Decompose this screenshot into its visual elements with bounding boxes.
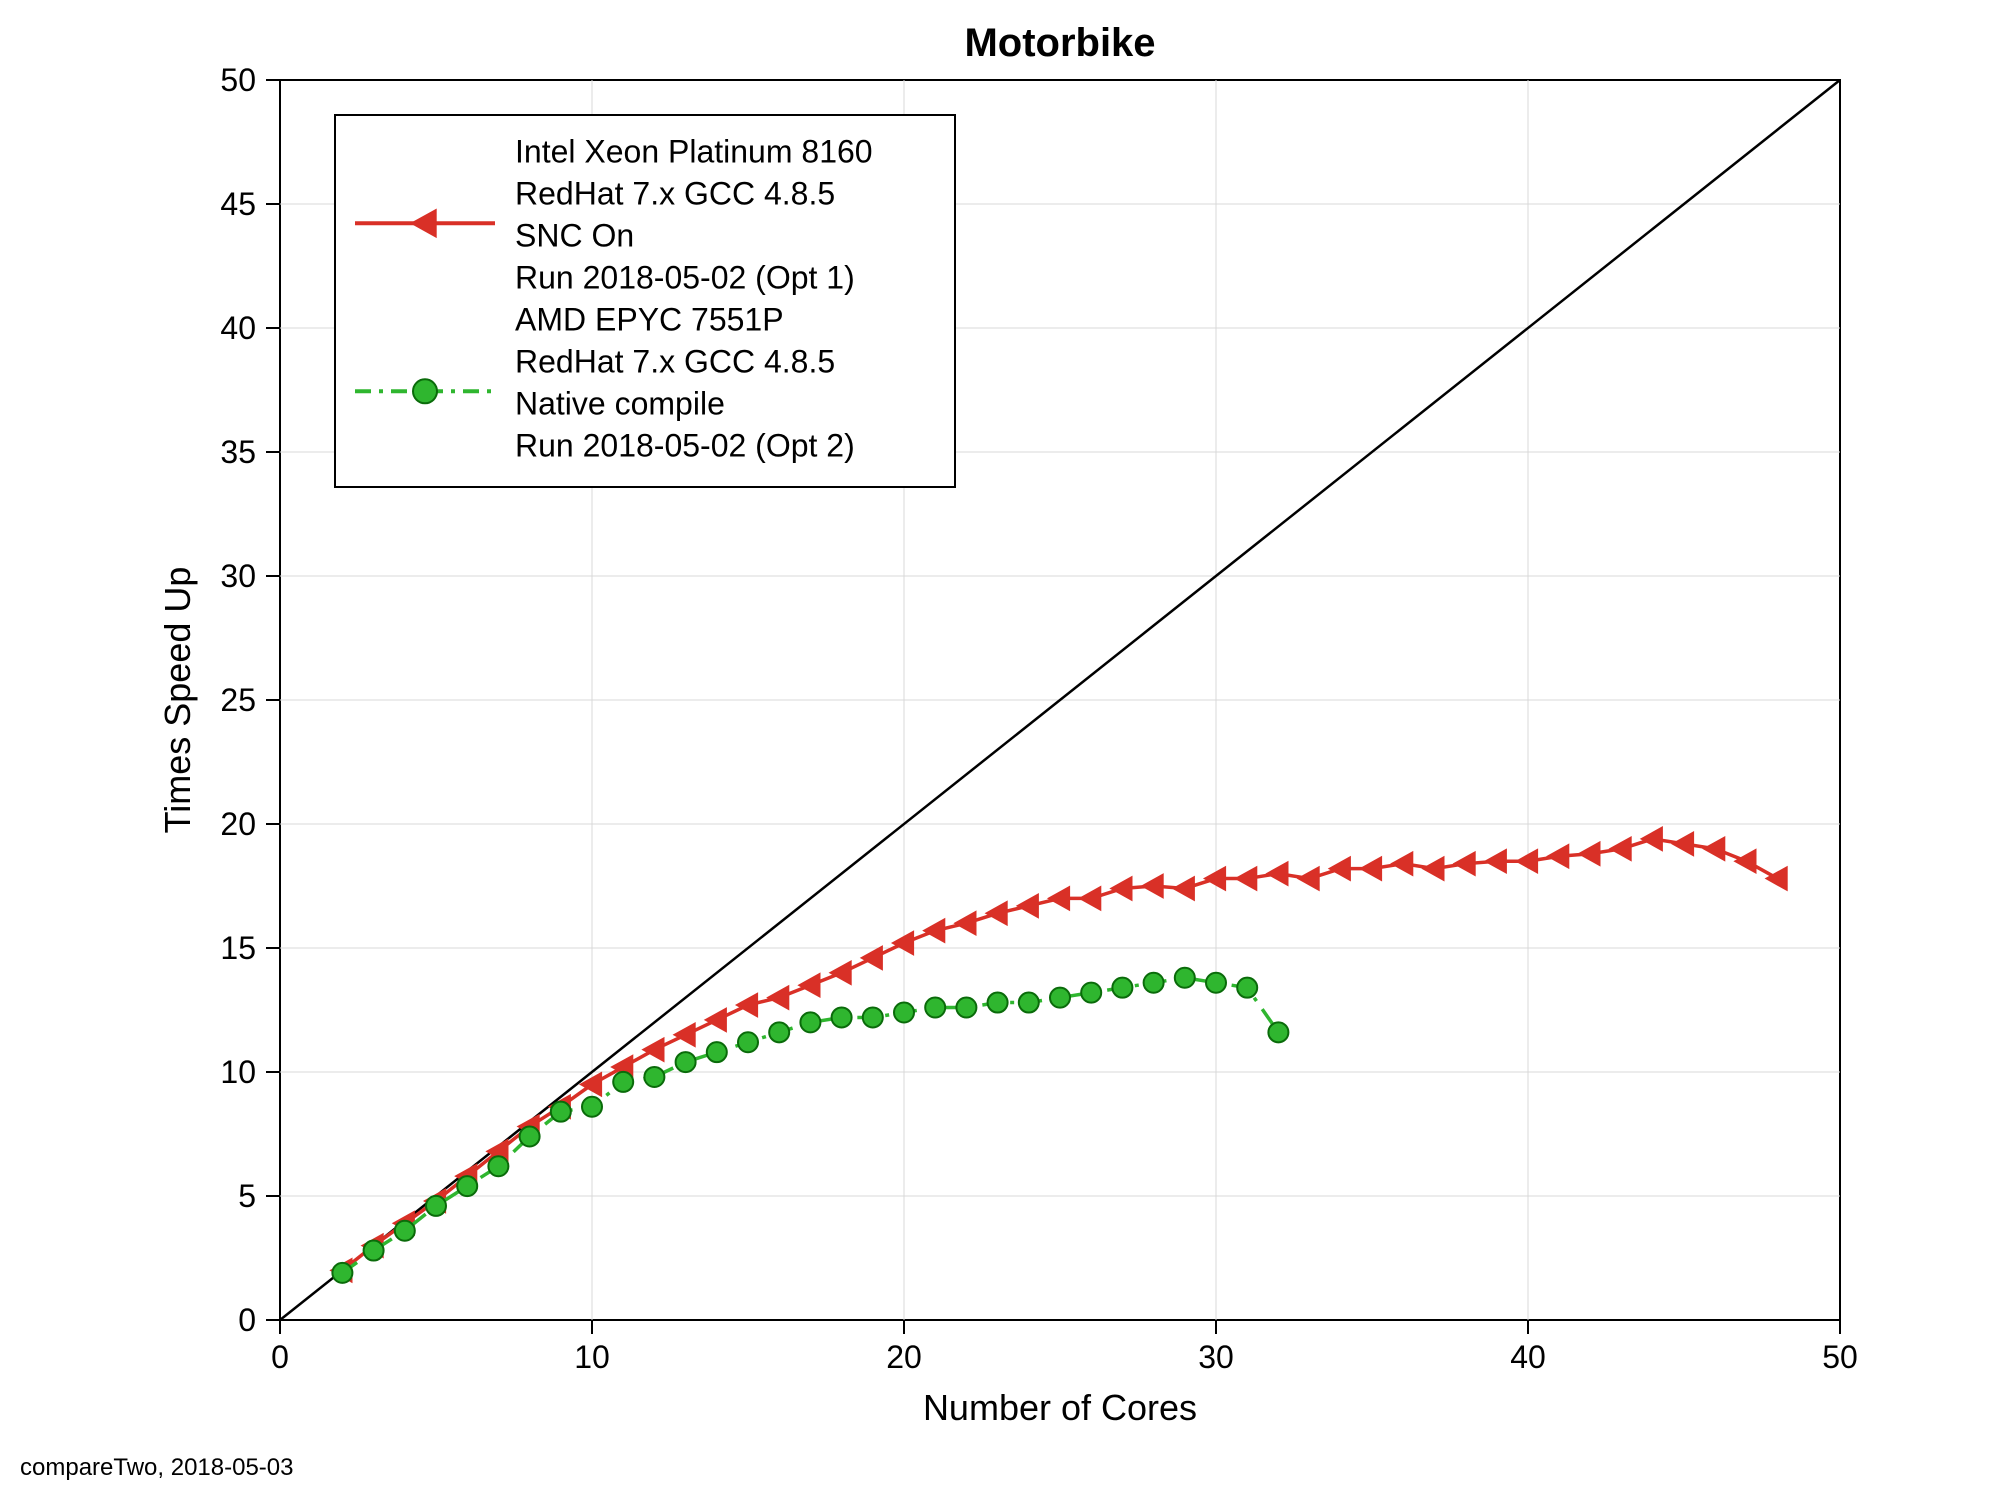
chart-title: Motorbike [964, 21, 1155, 65]
x-axis-label: Number of Cores [923, 1387, 1197, 1428]
y-axis-label: Times Speed Up [157, 567, 198, 834]
y-tick-label: 25 [220, 682, 256, 718]
x-tick-label: 10 [574, 1339, 610, 1375]
y-tick-label: 20 [220, 806, 256, 842]
x-tick-label: 50 [1822, 1339, 1858, 1375]
chart-svg: Motorbike 0 10 20 30 40 50 0 5 10 15 20 25 30 35 40 45 50… [0, 0, 2000, 1500]
legend-label: AMD EPYC 7551P [515, 301, 784, 337]
legend-label: Native compile [515, 385, 725, 421]
legend-label: RedHat 7.x GCC 4.8.5 [515, 175, 835, 211]
y-tick-label: 10 [220, 1054, 256, 1090]
x-tick-label: 0 [271, 1339, 289, 1375]
y-tick-label: 35 [220, 434, 256, 470]
y-tick-label: 40 [220, 310, 256, 346]
y-tick-label: 50 [220, 62, 256, 98]
legend-label: Intel Xeon Platinum 8160 [515, 133, 873, 169]
x-tick-label: 40 [1510, 1339, 1546, 1375]
y-tick-label: 45 [220, 186, 256, 222]
legend-label: RedHat 7.x GCC 4.8.5 [515, 343, 835, 379]
y-tick-label: 15 [220, 930, 256, 966]
chart-container: Motorbike 0 10 20 30 40 50 0 5 10 15 20 25 30 35 40 45 50… [0, 0, 2000, 1500]
y-tick-label: 5 [238, 1178, 256, 1214]
y-tick-label: 0 [238, 1302, 256, 1338]
legend: Intel Xeon Platinum 8160 RedHat 7.x GCC 4… [335, 115, 955, 487]
y-tick-label: 30 [220, 558, 256, 594]
legend-label: SNC On [515, 217, 634, 253]
legend-label: Run 2018-05-02 (Opt 1) [515, 259, 855, 295]
x-tick-label: 30 [1198, 1339, 1234, 1375]
footer-text: compareTwo, 2018-05-03 [20, 1454, 294, 1482]
legend-label: Run 2018-05-02 (Opt 2) [515, 427, 855, 463]
x-tick-label: 20 [886, 1339, 922, 1375]
